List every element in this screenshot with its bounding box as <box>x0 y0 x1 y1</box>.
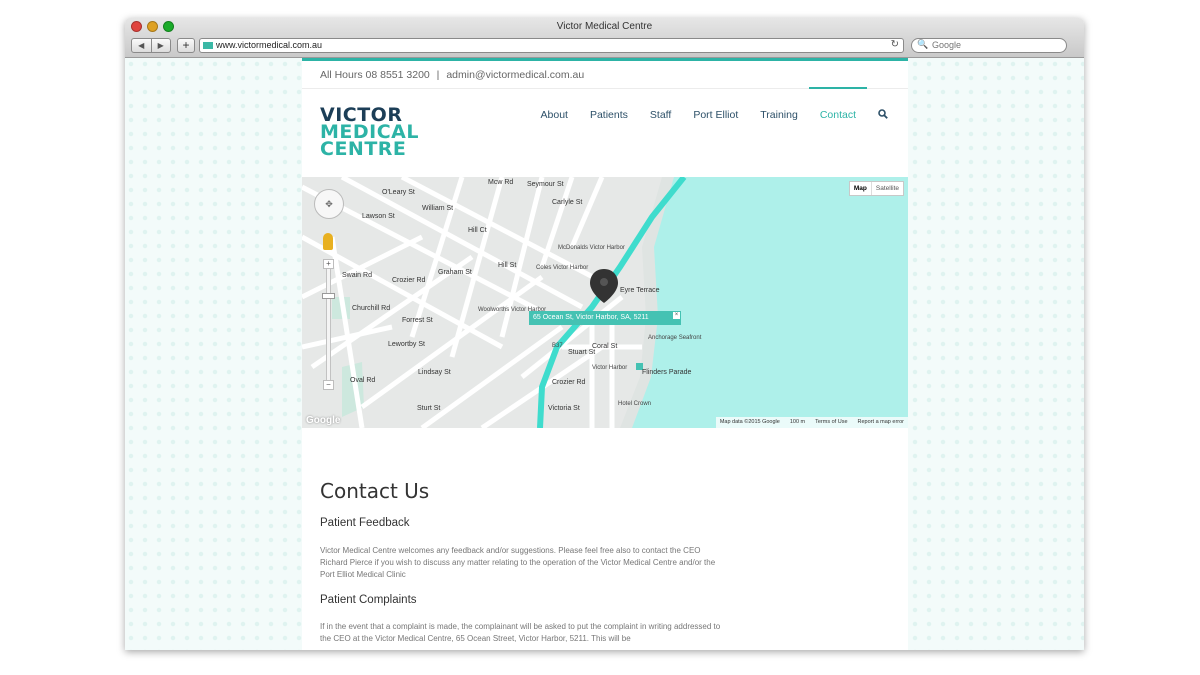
page-viewport: All Hours 08 8551 3200 | admin@victormed… <box>125 58 1084 650</box>
road-label: Seymour St <box>527 181 564 188</box>
map-address-text: 65 Ocean St, Victor Harbor, SA, 5211 <box>533 314 649 321</box>
magnifier-icon: 🔍 <box>917 39 929 49</box>
map-pan-control[interactable]: ✥ <box>314 189 344 219</box>
complaints-heading: Patient Complaints <box>320 594 417 606</box>
road-label: Sturt St <box>417 405 441 412</box>
contact-line: All Hours 08 8551 3200 | admin@victormed… <box>320 69 584 81</box>
nav-about[interactable]: About <box>530 109 579 122</box>
road-label: Crozier Rd <box>552 379 586 386</box>
search-icon[interactable] <box>867 109 888 122</box>
road-label: Stuart St <box>568 349 596 356</box>
nav-port-elliot[interactable]: Port Elliot <box>682 109 749 122</box>
reload-icon[interactable]: ↻ <box>891 39 899 50</box>
page-container: All Hours 08 8551 3200 | admin@victormed… <box>302 58 908 650</box>
road-label: Lawson St <box>362 213 395 220</box>
complaints-text: If in the event that a complaint is made… <box>320 622 721 643</box>
zoom-out-button[interactable]: − <box>323 380 334 390</box>
poi-label: Anchorage Seafront <box>648 335 702 341</box>
phone-hours: All Hours 08 8551 3200 <box>320 69 430 81</box>
url-text[interactable]: www.victormedical.com.au <box>216 40 322 50</box>
road-label: O'Leary St <box>382 189 415 196</box>
accent-bar <box>302 58 908 61</box>
road-label: Victoria St <box>548 405 580 412</box>
add-bookmark-button[interactable]: + <box>177 38 195 53</box>
back-button[interactable]: ◀ <box>132 39 152 52</box>
page-title: Contact Us <box>320 479 430 503</box>
road-label: Flinders Parade <box>642 369 692 376</box>
road-label: Graham St <box>438 269 472 276</box>
feedback-heading: Patient Feedback <box>320 517 410 529</box>
forward-button[interactable]: ▶ <box>152 39 171 52</box>
zoom-slider-thumb[interactable] <box>322 293 335 299</box>
road-label: Churchill Rd <box>352 305 391 312</box>
zoom-slider-rail[interactable] <box>326 259 331 389</box>
site-logo[interactable]: VICTOR MEDICAL CENTRE <box>320 106 419 160</box>
map-type-satellite-button[interactable]: Satellite <box>872 182 903 195</box>
road-label: Lewortby St <box>388 341 425 348</box>
browser-window: Victor Medical Centre ◀ ▶ + www.victorme… <box>125 18 1084 650</box>
zoom-in-button[interactable]: + <box>323 259 334 269</box>
road-label: Swain Rd <box>342 272 372 279</box>
feedback-text: Victor Medical Centre welcomes any feedb… <box>320 546 716 579</box>
nav-staff[interactable]: Staff <box>639 109 682 122</box>
road-label: Carlyle St <box>552 199 583 206</box>
road-label: Coral St <box>592 343 618 350</box>
road-label: Eyre Terrace <box>620 287 660 294</box>
nav-patients[interactable]: Patients <box>579 109 639 122</box>
map-data-attribution: Map data ©2015 Google <box>719 419 780 425</box>
map-report-link[interactable]: Report a map error <box>858 417 904 428</box>
poi-label: Hotel Crown <box>618 401 652 407</box>
road-label: Hill Ct <box>468 227 487 234</box>
history-buttons: ◀ ▶ <box>131 38 171 53</box>
poi-label: Victor Harbor <box>592 365 628 371</box>
poi-label: Coles Victor Harbor <box>536 265 589 271</box>
poi-label: McDonalds Victor Harbor <box>558 245 625 251</box>
road-label: Forrest St <box>402 317 433 324</box>
poi-label: B37 <box>552 343 563 349</box>
road-label: Crozier Rd <box>392 277 426 284</box>
road-label: Hill St <box>498 262 517 269</box>
main-nav: About Patients Staff Port Elliot Trainin… <box>530 87 888 122</box>
map-info-window: 65 Ocean St, Victor Harbor, SA, 5211 × <box>529 311 681 325</box>
road-label: William St <box>422 205 454 212</box>
window-title: Victor Medical Centre <box>556 21 653 32</box>
favicon-icon <box>203 42 213 49</box>
location-map[interactable]: O'Leary St Lawson St William St Hill Ct … <box>302 177 908 428</box>
nav-training[interactable]: Training <box>749 109 809 122</box>
road-label: Lindsay St <box>418 369 451 376</box>
browser-chrome: Victor Medical Centre ◀ ▶ + www.victorme… <box>125 18 1084 58</box>
map-type-map-button[interactable]: Map <box>850 182 872 195</box>
browser-search-input[interactable] <box>932 40 1062 50</box>
street-view-pegman-icon[interactable] <box>323 233 333 250</box>
email-link[interactable]: admin@victormedical.com.au <box>446 69 584 81</box>
address-bar[interactable]: www.victormedical.com.au ↻ <box>199 38 904 53</box>
map-footer: Map data ©2015 Google 100 m Terms of Use… <box>715 417 908 428</box>
contact-separator: | <box>436 69 440 81</box>
browser-search[interactable]: 🔍 <box>911 38 1067 53</box>
map-scale: 100 m <box>789 419 806 425</box>
road-label: Oval Rd <box>350 377 376 384</box>
close-icon[interactable]: × <box>673 312 680 319</box>
nav-contact[interactable]: Contact <box>808 87 868 122</box>
road-label: Mcw Rd <box>488 179 514 186</box>
map-terms-link[interactable]: Terms of Use <box>815 417 847 428</box>
logo-line-centre: CENTRE <box>320 138 407 160</box>
map-type-control: Map Satellite <box>848 181 904 196</box>
google-logo[interactable]: Google <box>306 415 340 426</box>
